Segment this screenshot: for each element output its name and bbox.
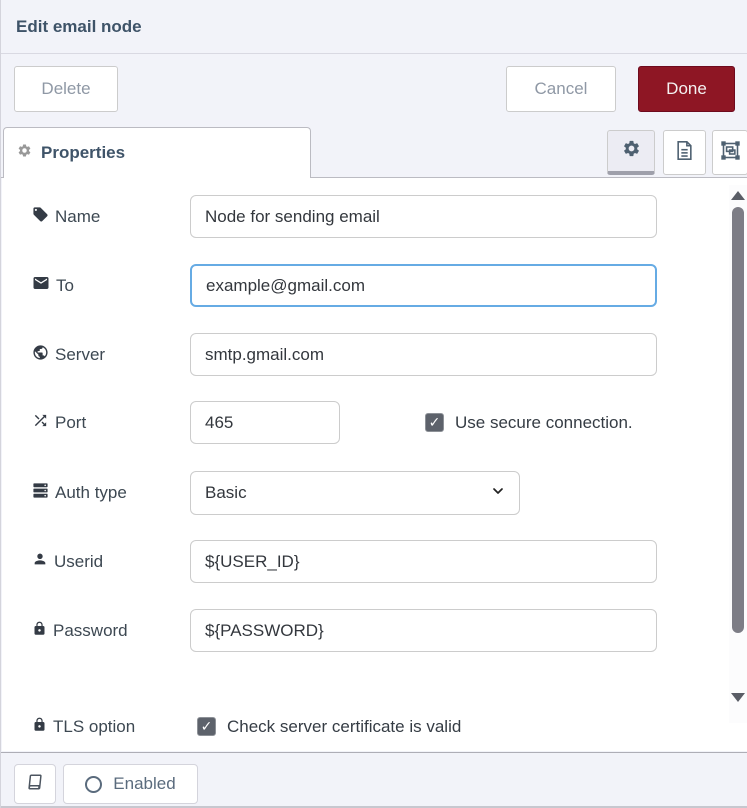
port-label: Port <box>55 413 86 433</box>
done-button[interactable]: Done <box>638 66 735 112</box>
server-stack-icon <box>32 482 49 504</box>
name-label: Name <box>55 207 100 227</box>
description-tab-button[interactable] <box>663 130 706 175</box>
user-icon <box>32 551 48 572</box>
lock-icon <box>32 717 47 737</box>
object-group-icon <box>720 140 741 166</box>
envelope-icon <box>32 274 50 297</box>
form-row-tls-option: TLS option ✓ Check server certificate is… <box>2 705 747 748</box>
globe-icon <box>32 344 49 366</box>
tls-verify-option: ✓ Check server certificate is valid <box>197 705 461 748</box>
name-input[interactable] <box>190 195 657 238</box>
book-icon <box>26 773 44 796</box>
dialog-title: Edit email node <box>16 17 142 37</box>
tag-icon <box>32 206 49 228</box>
scrollbar[interactable] <box>729 185 747 723</box>
server-input[interactable] <box>190 333 657 376</box>
enabled-label: Enabled <box>113 774 175 794</box>
to-input[interactable] <box>190 264 657 307</box>
chevron-down-icon <box>490 483 506 504</box>
secure-connection-label: Use secure connection. <box>455 413 633 433</box>
server-label: Server <box>55 345 105 365</box>
docs-button[interactable] <box>14 764 56 804</box>
tab-properties[interactable]: Properties <box>3 127 311 178</box>
tab-bar: Properties <box>1 127 747 178</box>
userid-input[interactable] <box>190 540 657 583</box>
circle-icon <box>85 776 102 793</box>
appearance-tab-button[interactable] <box>712 130 747 175</box>
gear-icon <box>17 143 32 163</box>
to-label: To <box>56 276 74 296</box>
auth-type-label: Auth type <box>55 483 127 503</box>
tab-properties-label: Properties <box>41 143 125 163</box>
auth-type-select[interactable]: Basic <box>190 471 520 515</box>
form-row-auth-type: Auth type Basic <box>2 471 747 514</box>
tls-option-label: TLS option <box>53 717 135 737</box>
form-scroll-area: Name To Server Port <box>2 178 747 751</box>
gear-icon <box>622 139 641 163</box>
form-row-userid: Userid <box>2 540 747 583</box>
userid-label: Userid <box>54 552 103 572</box>
dialog-header: Edit email node <box>1 0 747 54</box>
scroll-up-arrow-icon[interactable] <box>731 191 745 200</box>
shuffle-icon <box>32 412 49 434</box>
dialog-footer: Enabled <box>1 752 747 808</box>
scroll-down-arrow-icon[interactable] <box>731 693 745 702</box>
form-row-to: To <box>2 264 747 307</box>
password-label: Password <box>53 621 128 641</box>
document-icon <box>675 140 694 166</box>
delete-button[interactable]: Delete <box>14 66 118 112</box>
lock-icon <box>32 621 47 641</box>
port-input[interactable] <box>190 401 340 444</box>
form-row-password: Password <box>2 609 747 652</box>
tls-verify-label: Check server certificate is valid <box>227 717 461 737</box>
form-row-port: Port ✓ Use secure connection. <box>2 401 747 444</box>
auth-type-value: Basic <box>205 483 247 503</box>
form-row-server: Server <box>2 333 747 376</box>
enabled-toggle-button[interactable]: Enabled <box>63 764 198 804</box>
properties-tab-button[interactable] <box>607 130 655 175</box>
password-input[interactable] <box>190 609 657 652</box>
tls-verify-checkbox[interactable]: ✓ <box>197 717 216 736</box>
secure-connection-checkbox[interactable]: ✓ <box>425 413 444 432</box>
form-row-name: Name <box>2 195 747 238</box>
scrollbar-thumb[interactable] <box>732 207 744 633</box>
secure-connection-option: ✓ Use secure connection. <box>425 401 633 444</box>
edit-email-node-dialog: Edit email node Delete Cancel Done Prope… <box>0 0 747 808</box>
cancel-button[interactable]: Cancel <box>506 66 616 112</box>
